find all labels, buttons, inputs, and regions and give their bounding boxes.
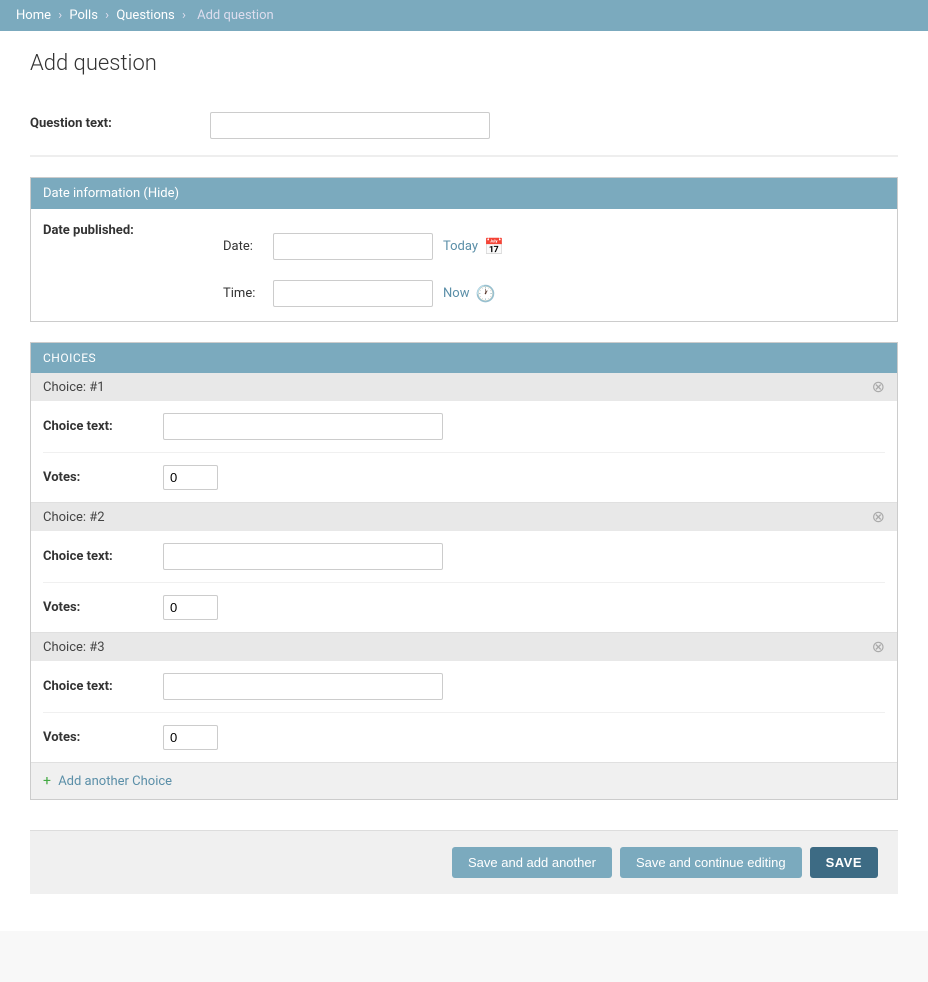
today-link[interactable]: Today [443, 239, 478, 254]
question-text-field [210, 112, 898, 139]
choice-1-votes-label: Votes: [43, 470, 163, 485]
breadcrumb: Home › Polls › Questions › Add question [0, 0, 928, 31]
choice-1-label: Choice: #1 [43, 380, 105, 395]
main-content: Add question Question text: Date informa… [0, 31, 928, 931]
page-title: Add question [30, 51, 898, 76]
choice-3-body: Choice text: Votes: [31, 661, 897, 762]
choice-2-votes-input[interactable] [163, 595, 218, 620]
choice-1-header: Choice: #1 ⊗ [31, 373, 897, 401]
choice-1-text-label: Choice text: [43, 419, 163, 434]
date-published-row: Date published: Date: Today 📅 Time: Now … [43, 209, 885, 321]
date-section-title: Date information (Hide) [43, 186, 179, 201]
choice-2-votes-label: Votes: [43, 600, 163, 615]
breadcrumb-current: Add question [197, 8, 274, 23]
date-row: Date: Today 📅 [223, 223, 885, 270]
choices-section: CHOICES Choice: #1 ⊗ Choice text: Votes: [30, 342, 898, 800]
clock-icon[interactable]: 🕐 [475, 284, 495, 303]
question-text-row: Question text: [30, 96, 898, 156]
breadcrumb-home[interactable]: Home [16, 8, 51, 23]
date-section-toggle[interactable]: Hide [148, 186, 175, 201]
date-time-fields: Date: Today 📅 Time: Now 🕐 [223, 223, 885, 317]
add-icon: + [43, 773, 51, 789]
choice-2-votes-row: Votes: [43, 583, 885, 632]
add-another-choice-link[interactable]: + Add another Choice [43, 774, 172, 789]
choice-3-remove[interactable]: ⊗ [872, 639, 885, 655]
time-row: Time: Now 🕐 [223, 270, 885, 317]
breadcrumb-questions[interactable]: Questions [116, 8, 174, 23]
choice-3-text-input[interactable] [163, 673, 443, 700]
save-add-button[interactable]: Save and add another [452, 847, 612, 878]
choice-item-3: Choice: #3 ⊗ Choice text: Votes: [31, 633, 897, 763]
choice-2-body: Choice text: Votes: [31, 531, 897, 632]
choice-2-text-row: Choice text: [43, 531, 885, 583]
choice-1-body: Choice text: Votes: [31, 401, 897, 502]
choices-header: CHOICES [31, 343, 897, 373]
date-label: Date: [223, 239, 273, 254]
choice-item-1: Choice: #1 ⊗ Choice text: Votes: [31, 373, 897, 503]
choice-3-votes-input[interactable] [163, 725, 218, 750]
footer-buttons: Save and add another Save and continue e… [30, 830, 898, 894]
date-section: Date information (Hide) Date published: … [30, 177, 898, 322]
choice-2-text-input[interactable] [163, 543, 443, 570]
choice-3-votes-label: Votes: [43, 730, 163, 745]
add-another-row: + Add another Choice [31, 763, 897, 799]
breadcrumb-polls[interactable]: Polls [69, 8, 98, 23]
choice-3-label: Choice: #3 [43, 640, 105, 655]
choice-item-2: Choice: #2 ⊗ Choice text: Votes: [31, 503, 897, 633]
choice-2-remove[interactable]: ⊗ [872, 509, 885, 525]
choice-2-header: Choice: #2 ⊗ [31, 503, 897, 531]
choice-1-text-input[interactable] [163, 413, 443, 440]
question-text-input[interactable] [210, 112, 490, 139]
choice-2-label: Choice: #2 [43, 510, 105, 525]
date-section-body: Date published: Date: Today 📅 Time: Now … [31, 209, 897, 321]
calendar-icon[interactable]: 📅 [484, 237, 504, 256]
time-label: Time: [223, 286, 273, 301]
time-input[interactable] [273, 280, 433, 307]
choice-3-header: Choice: #3 ⊗ [31, 633, 897, 661]
choice-3-votes-row: Votes: [43, 713, 885, 762]
add-another-label: Add another Choice [58, 774, 172, 789]
choice-3-text-row: Choice text: [43, 661, 885, 713]
date-section-header[interactable]: Date information (Hide) [31, 178, 897, 209]
choice-3-text-label: Choice text: [43, 679, 163, 694]
choice-1-votes-input[interactable] [163, 465, 218, 490]
date-input[interactable] [273, 233, 433, 260]
choice-1-text-row: Choice text: [43, 401, 885, 453]
choice-1-votes-row: Votes: [43, 453, 885, 502]
now-link[interactable]: Now [443, 286, 469, 301]
save-button[interactable]: SAVE [810, 847, 878, 878]
choice-1-remove[interactable]: ⊗ [872, 379, 885, 395]
date-published-label: Date published: [43, 223, 223, 238]
save-continue-button[interactable]: Save and continue editing [620, 847, 802, 878]
question-text-label: Question text: [30, 112, 210, 131]
separator [30, 156, 898, 157]
choice-2-text-label: Choice text: [43, 549, 163, 564]
